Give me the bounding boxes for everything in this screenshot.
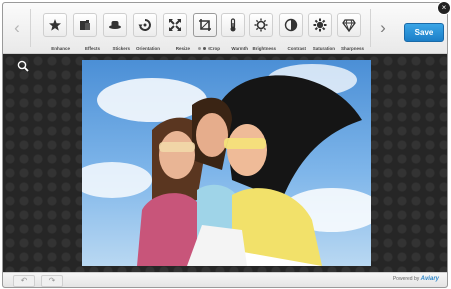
tool-label: Effects — [84, 46, 100, 51]
tool-brightness[interactable]: Brightness — [246, 13, 276, 55]
tool-enhance[interactable]: Enhance — [40, 13, 70, 55]
tool-label: Sharpness — [340, 46, 364, 51]
tool-sharpness[interactable]: Sharpness — [334, 13, 364, 55]
prev-tools-arrow[interactable]: ‹ — [9, 17, 25, 39]
tool-contrast[interactable]: Contrast — [276, 13, 306, 55]
tool-label: Resize — [175, 46, 190, 51]
next-tools-arrow[interactable]: › — [375, 17, 391, 39]
close-button[interactable]: × — [437, 1, 451, 15]
stickers-icon — [103, 13, 127, 37]
zoom-icon[interactable] — [17, 59, 29, 72]
tool-saturation[interactable]: Saturation — [305, 13, 335, 55]
save-button[interactable]: Save — [404, 23, 444, 42]
page-dot-active[interactable] — [203, 47, 206, 50]
effects-icon — [73, 13, 97, 37]
footer-bar: ↶ ↷ Powered by Aviary — [3, 272, 447, 287]
redo-button[interactable]: ↷ — [41, 275, 63, 287]
tool-label: Enhance — [51, 46, 70, 51]
toolbar-divider — [30, 9, 31, 47]
contrast-icon — [279, 13, 303, 37]
tool-label: Stickers — [112, 46, 130, 51]
brand-logo[interactable]: Aviary — [421, 276, 439, 282]
crop-icon — [193, 13, 217, 37]
enhance-icon — [43, 13, 67, 37]
tool-stickers[interactable]: Stickers — [100, 13, 130, 55]
tool-effects[interactable]: Effects — [70, 13, 100, 55]
undo-button[interactable]: ↶ — [13, 275, 35, 287]
tool-label: Saturation — [312, 46, 335, 51]
image-canvas — [3, 54, 447, 272]
tool-warmth[interactable]: Warmth — [218, 13, 248, 55]
tool-label: Contrast — [287, 46, 306, 51]
toolbar-divider — [370, 9, 371, 47]
page-dot[interactable] — [208, 47, 211, 50]
resize-icon — [163, 13, 187, 37]
sharpness-icon — [337, 13, 361, 37]
orientation-icon — [133, 13, 157, 37]
saturation-icon — [308, 13, 332, 37]
warmth-icon — [221, 13, 245, 37]
toolbar: ‹ Enhance Effects Stickers Orientation R… — [3, 3, 447, 54]
tool-label: Orientation — [135, 46, 160, 51]
powered-by-text: Powered by Aviary — [393, 276, 439, 282]
brightness-icon — [249, 13, 273, 37]
tool-resize[interactable]: Resize — [160, 13, 190, 55]
powered-by-label: Powered by — [392, 276, 420, 282]
tool-label: Brightness — [252, 46, 276, 51]
page-dot[interactable] — [198, 47, 201, 50]
tool-page-dots — [198, 47, 211, 50]
tool-orientation[interactable]: Orientation — [130, 13, 160, 55]
edited-photo — [82, 60, 371, 266]
editor-window: ‹ Enhance Effects Stickers Orientation R… — [2, 2, 448, 288]
